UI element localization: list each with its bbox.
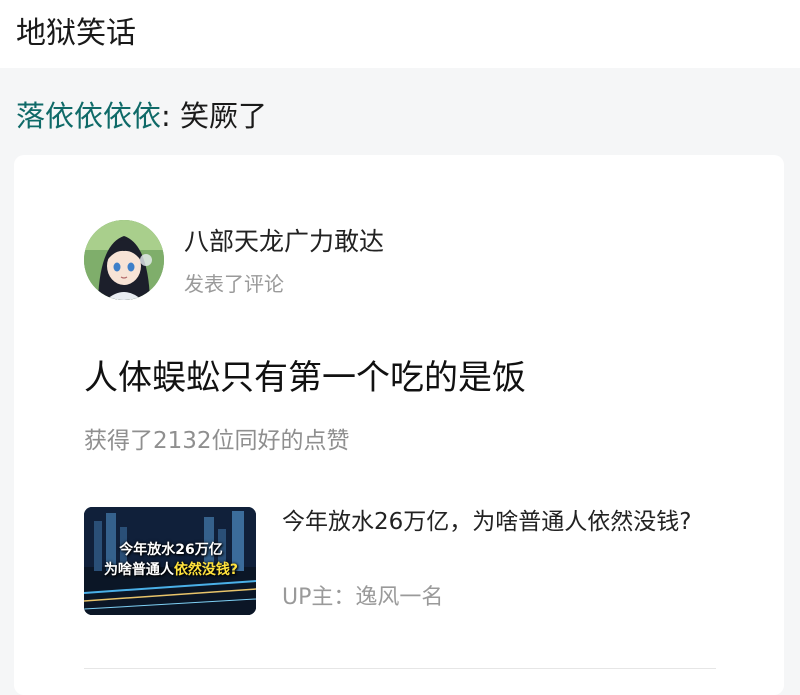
divider: [84, 668, 716, 669]
video-title[interactable]: 今年放水26万亿，为啥普通人依然没钱?: [282, 505, 722, 539]
anime-girl-avatar-icon[interactable]: [84, 220, 164, 300]
thumbnail-caption-line2-white: 为啥普通人: [103, 562, 174, 578]
thumbnail-caption: 今年放水26万亿 为啥普通人依然没钱?: [90, 540, 252, 580]
video-uploader[interactable]: UP主：逸风一名: [282, 583, 443, 613]
comment-card[interactable]: 八部天龙广力敢达 发表了评论 人体蜈蚣只有第一个吃的是饭 获得了2132位同好的…: [14, 155, 784, 695]
thumbnail-caption-line2-yellow: 依然没钱?: [173, 562, 239, 578]
video-card[interactable]: 今年放水26万亿 为啥普通人依然没钱? 今年放水26万亿，为啥普通人依然没钱? …: [84, 505, 724, 615]
user-name[interactable]: 八部天龙广力敢达: [184, 225, 384, 259]
reply-separator: :: [161, 99, 181, 133]
thumbnail-caption-line2: 为啥普通人依然没钱?: [90, 560, 252, 580]
title-bar: 地狱笑话: [0, 0, 800, 68]
thumbnail-caption-line1: 今年放水26万亿: [119, 542, 223, 558]
reply-line: 落依依依依: 笑厥了: [16, 94, 267, 138]
user-action: 发表了评论: [184, 272, 284, 296]
video-thumbnail[interactable]: 今年放水26万亿 为啥普通人依然没钱?: [84, 507, 256, 615]
reply-text: 笑厥了: [180, 99, 268, 133]
reply-author[interactable]: 落依依依依: [16, 99, 161, 133]
page-title: 地狱笑话: [16, 16, 136, 51]
likes-count: 获得了2132位同好的点赞: [84, 428, 350, 454]
comment-text: 人体蜈蚣只有第一个吃的是饭: [84, 358, 526, 398]
